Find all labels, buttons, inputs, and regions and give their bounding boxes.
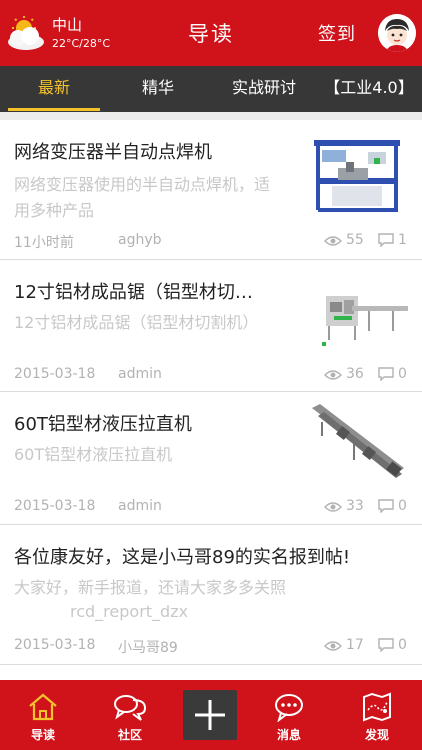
list-item[interactable]: 60T铝型材液压拉直机 60T铝型材液压拉直机 2015-03-18 admin… — [0, 392, 422, 525]
comment-icon — [378, 499, 394, 514]
plus-icon — [195, 700, 225, 730]
view-count: 55 — [324, 232, 364, 248]
post-thumbnail[interactable] — [308, 402, 408, 484]
category-tabs: 最新 精华 实战研讨 【工业4.0】 — [0, 66, 422, 112]
post-time: 2015-03-18 — [14, 498, 96, 514]
avatar[interactable] — [378, 14, 416, 52]
view-count: 17 — [324, 637, 364, 653]
tab-featured[interactable]: 精华 — [112, 66, 204, 112]
post-title[interactable]: 60T铝型材液压拉直机 — [14, 410, 296, 436]
message-icon — [275, 694, 303, 722]
tab-latest[interactable]: 最新 — [8, 66, 100, 112]
eye-icon — [324, 370, 342, 380]
post-title[interactable]: 网络变压器半自动点焊机 — [14, 138, 294, 164]
view-count: 33 — [324, 498, 364, 514]
comment-count: 0 — [378, 366, 407, 382]
list-item[interactable]: 各位康友好，这是小马哥89的实名报到帖! 大家好，新手报道，还请大家多多关照 r… — [0, 525, 422, 665]
nav-messages-label: 消息 — [276, 728, 301, 742]
view-count-value: 55 — [346, 232, 364, 248]
comment-count: 0 — [378, 637, 407, 653]
bottom-navigation: 导读 社区 消息 发现 — [0, 680, 422, 750]
nav-home-label: 导读 — [30, 728, 55, 742]
add-post-button[interactable] — [183, 690, 237, 740]
nav-discover-label: 发现 — [364, 728, 389, 742]
list-item[interactable]: 12寸铝材成品锯（铝型材切… 12寸铝材成品锯（铝型材切割机） 2015-03-… — [0, 260, 422, 392]
comment-count-value: 0 — [398, 498, 407, 514]
post-summary: 大家好，新手报道，还请大家多多关照 — [14, 578, 287, 597]
post-time: 2015-03-18 — [14, 637, 96, 653]
post-summary: 60T铝型材液压拉直机 — [14, 445, 173, 464]
eye-icon — [324, 236, 342, 246]
comment-icon — [378, 638, 394, 653]
post-author[interactable]: admin — [118, 366, 162, 382]
comment-count: 1 — [378, 232, 407, 248]
view-count-value: 17 — [346, 637, 364, 653]
nav-messages[interactable]: 消息 — [254, 686, 324, 746]
post-time: 2015-03-18 — [14, 366, 96, 382]
post-title[interactable]: 各位康友好，这是小马哥89的实名报到帖! — [14, 543, 414, 569]
comment-count-value: 0 — [398, 637, 407, 653]
checkin-button[interactable]: 签到 — [318, 20, 356, 46]
comment-count-value: 0 — [398, 366, 407, 382]
nav-community-label: 社区 — [117, 728, 142, 742]
list-item[interactable]: 网络变压器半自动点焊机 网络变压器使用的半自动点焊机，适用多种产品 11小时前 … — [0, 120, 422, 260]
app-screen: 中山 22°C/28°C 导读 签到 最新 精华 实战研讨 【工业4.0】 网络… — [0, 0, 422, 750]
post-summary: 网络变压器使用的半自动点焊机，适用多种产品 — [14, 175, 271, 220]
page-title: 导读 — [188, 22, 234, 46]
post-summary: 12寸铝材成品锯（铝型材切割机） — [14, 313, 259, 332]
post-author[interactable]: 小马哥89 — [118, 637, 178, 657]
nav-discover[interactable]: 发现 — [342, 686, 412, 746]
post-author[interactable]: admin — [118, 498, 162, 514]
comment-count-value: 1 — [398, 232, 407, 248]
comment-count: 0 — [378, 498, 407, 514]
post-time: 11小时前 — [14, 235, 74, 251]
post-feed[interactable]: 网络变压器半自动点焊机 网络变压器使用的半自动点焊机，适用多种产品 11小时前 … — [0, 120, 422, 680]
comment-icon — [378, 233, 394, 248]
eye-icon — [324, 502, 342, 512]
view-count-value: 33 — [346, 498, 364, 514]
nav-home[interactable]: 导读 — [8, 686, 78, 746]
view-count-value: 36 — [346, 366, 364, 382]
post-title[interactable]: 12寸铝材成品锯（铝型材切… — [14, 278, 296, 304]
comment-icon — [378, 367, 394, 382]
post-summary-tag: rcd_report_dzx — [70, 602, 189, 621]
view-count: 36 — [324, 366, 364, 382]
home-icon — [29, 693, 57, 721]
user-avatar-icon — [378, 14, 416, 52]
active-tab-indicator — [8, 108, 100, 111]
tab-industry-4[interactable]: 【工业4.0】 — [318, 66, 420, 112]
chat-bubbles-icon — [114, 695, 147, 721]
tab-practice-discussion[interactable]: 实战研讨 — [216, 66, 312, 112]
post-thumbnail[interactable] — [308, 272, 408, 354]
nav-community[interactable]: 社区 — [95, 686, 165, 746]
post-author[interactable]: aghyb — [118, 232, 162, 248]
map-icon — [363, 692, 391, 722]
top-header: 中山 22°C/28°C 导读 签到 — [0, 0, 422, 66]
post-thumbnail[interactable] — [308, 134, 408, 216]
eye-icon — [324, 641, 342, 651]
